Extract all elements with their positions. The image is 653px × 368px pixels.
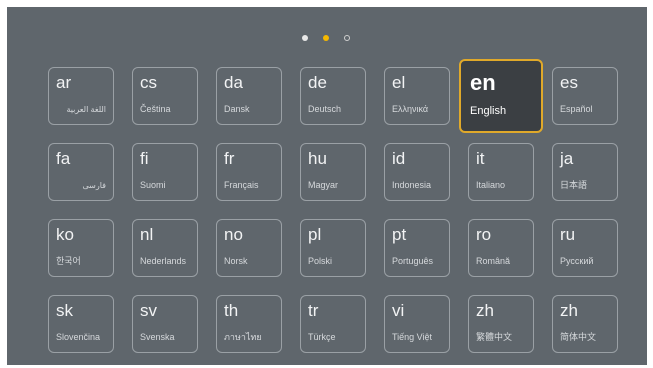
language-code: da	[224, 73, 243, 92]
language-code: en	[470, 70, 496, 95]
language-tile-nl[interactable]: nl Nederlands	[132, 219, 198, 277]
language-code: ro	[476, 225, 492, 244]
language-code: pt	[392, 225, 407, 244]
language-selection-screen: ar اللغة العربية cs Čeština da Dansk de Deutsch…	[7, 7, 647, 365]
language-name: Magyar	[308, 180, 339, 190]
language-tile-hu[interactable]: hu Magyar	[300, 143, 366, 201]
language-name: 简体中文	[560, 332, 597, 342]
language-tile-en[interactable]: en English	[459, 59, 543, 133]
language-name: Suomi	[140, 180, 166, 190]
language-name: 繁體中文	[476, 332, 513, 342]
language-tile-pt[interactable]: pt Português	[384, 219, 450, 277]
language-code: ja	[560, 149, 574, 168]
language-name: Français	[224, 180, 259, 190]
language-name: Norsk	[224, 256, 248, 266]
language-name: Slovenčina	[56, 332, 101, 342]
page-dot[interactable]	[344, 35, 350, 41]
language-tile-ja[interactable]: ja 日本語	[552, 143, 618, 201]
page-dot[interactable]	[302, 35, 308, 41]
language-tile-ar[interactable]: ar اللغة العربية	[48, 67, 114, 125]
language-name: Ελληνικά	[392, 104, 429, 114]
language-name: Svenska	[140, 332, 175, 342]
language-tile-ko[interactable]: ko 한국어	[48, 219, 114, 277]
language-code: hu	[308, 149, 327, 168]
language-name: اللغة العربية	[66, 105, 106, 114]
language-code: id	[392, 149, 406, 168]
language-tile-da[interactable]: da Dansk	[216, 67, 282, 125]
language-name: Deutsch	[308, 104, 342, 114]
language-code: sk	[56, 301, 73, 320]
language-tile-vi[interactable]: vi Tiếng Việt	[384, 295, 450, 353]
language-code: ru	[560, 225, 576, 244]
language-name: Čeština	[140, 104, 171, 114]
language-tile-pl[interactable]: pl Polski	[300, 219, 366, 277]
language-code: nl	[140, 225, 154, 244]
language-tile-id[interactable]: id Indonesia	[384, 143, 450, 201]
language-tile-zh[interactable]: zh 繁體中文	[468, 295, 534, 353]
language-name: Português	[392, 256, 434, 266]
language-tile-fi[interactable]: fi Suomi	[132, 143, 198, 201]
language-tile-el[interactable]: el Ελληνικά	[384, 67, 450, 125]
language-code: fi	[140, 149, 149, 168]
language-code: sv	[140, 301, 157, 320]
language-name: Türkçe	[308, 332, 336, 342]
page-dot-current[interactable]	[323, 35, 329, 41]
language-code: cs	[140, 73, 157, 92]
language-tile-ru[interactable]: ru Русский	[552, 219, 618, 277]
language-tile-de[interactable]: de Deutsch	[300, 67, 366, 125]
language-code: ar	[56, 73, 72, 92]
language-tile-fa[interactable]: fa فارسی	[48, 143, 114, 201]
page-indicator	[7, 34, 647, 42]
language-code: no	[224, 225, 243, 244]
language-code: zh	[560, 301, 578, 320]
language-name: Nederlands	[140, 256, 187, 266]
language-name: Polski	[308, 256, 333, 266]
language-name: 한국어	[56, 256, 81, 266]
language-name: Italiano	[476, 180, 506, 190]
language-tile-fr[interactable]: fr Français	[216, 143, 282, 201]
language-code: el	[392, 73, 406, 92]
language-name: ภาษาไทย	[224, 332, 262, 342]
language-name: 日本語	[560, 180, 588, 190]
language-grid: ar اللغة العربية cs Čeština da Dansk de Deutsch…	[48, 59, 622, 353]
language-code: it	[476, 149, 485, 168]
language-code: vi	[392, 301, 405, 320]
language-tile-tr[interactable]: tr Türkçe	[300, 295, 366, 353]
language-tile-sk[interactable]: sk Slovenčina	[48, 295, 114, 353]
language-code: th	[224, 301, 239, 320]
language-name: Română	[476, 256, 511, 266]
language-code: tr	[308, 301, 319, 320]
language-name: English	[470, 105, 507, 117]
language-code: ko	[56, 225, 74, 244]
language-tile-th[interactable]: th ภาษาไทย	[216, 295, 282, 353]
language-tile-ro[interactable]: ro Română	[468, 219, 534, 277]
language-code: es	[560, 73, 578, 92]
language-tile-it[interactable]: it Italiano	[468, 143, 534, 201]
language-tile-no[interactable]: no Norsk	[216, 219, 282, 277]
language-tile-sv[interactable]: sv Svenska	[132, 295, 198, 353]
language-name: Indonesia	[392, 180, 432, 190]
language-code: fa	[56, 149, 71, 168]
language-name: Русский	[560, 256, 594, 266]
language-name: Tiếng Việt	[392, 332, 433, 342]
language-tile-es[interactable]: es Español	[552, 67, 618, 125]
language-code: pl	[308, 225, 322, 244]
language-tile-zh[interactable]: zh 简体中文	[552, 295, 618, 353]
language-name: Español	[560, 104, 593, 114]
language-code: de	[308, 73, 327, 92]
language-name: Dansk	[224, 104, 250, 114]
language-code: zh	[476, 301, 494, 320]
language-code: fr	[224, 149, 235, 168]
language-tile-cs[interactable]: cs Čeština	[132, 67, 198, 125]
language-name: فارسی	[82, 181, 107, 190]
